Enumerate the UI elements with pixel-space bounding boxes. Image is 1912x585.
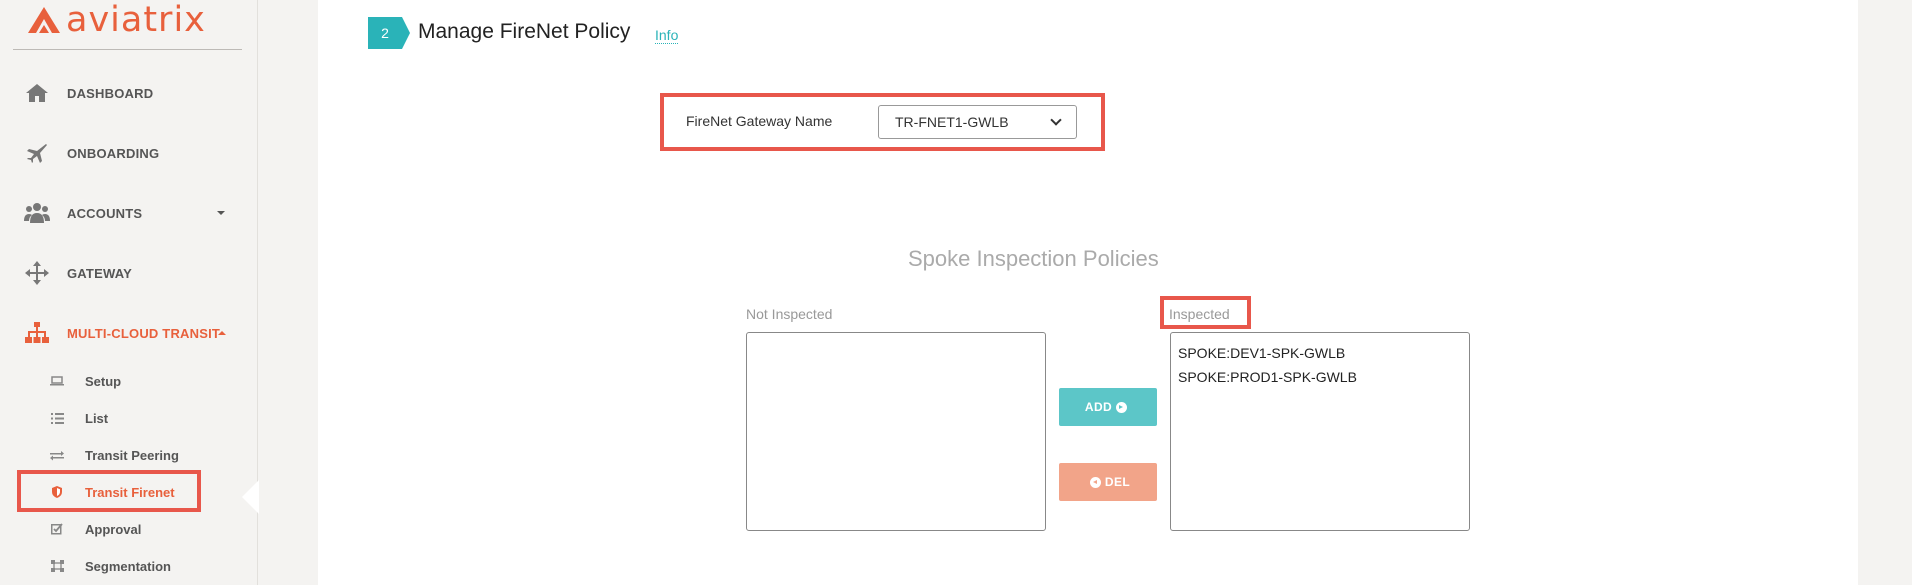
- sidebar-subitem-approval[interactable]: Approval: [0, 514, 258, 544]
- home-icon: [24, 81, 50, 105]
- sidebar-subitem-label: Transit Peering: [85, 447, 179, 463]
- step-number: 2: [381, 25, 389, 41]
- arrow-circle-right-icon: [1116, 401, 1128, 413]
- aviatrix-logo[interactable]: aviatrix: [26, 2, 206, 38]
- gateway-name-value: TR-FNET1-GWLB: [895, 114, 1009, 130]
- users-icon: [24, 201, 50, 225]
- not-inspected-list[interactable]: [746, 332, 1046, 531]
- logo-divider: [13, 49, 242, 50]
- step-badge: 2: [368, 17, 410, 49]
- delete-button[interactable]: DEL: [1059, 463, 1157, 501]
- chevron-down-icon: [217, 211, 225, 215]
- sidebar-subitem-label: Approval: [85, 521, 142, 537]
- segment-icon: [50, 559, 64, 573]
- list-item[interactable]: SPOKE:DEV1-SPK-GWLB: [1171, 341, 1469, 365]
- sidebar-item-dashboard[interactable]: DASHBOARD: [0, 73, 258, 113]
- spoke-inspection-title: Spoke Inspection Policies: [908, 246, 1159, 271]
- sidebar-item-accounts[interactable]: ACCOUNTS: [0, 193, 258, 233]
- section-title: Manage FireNet Policy: [418, 20, 631, 43]
- delete-button-label: DEL: [1104, 475, 1131, 489]
- transit-firenet-highlight: [17, 470, 201, 512]
- sidebar-item-label: MULTI-CLOUD TRANSIT: [67, 325, 221, 341]
- inspected-list[interactable]: SPOKE:DEV1-SPK-GWLB SPOKE:PROD1-SPK-GWLB: [1170, 332, 1470, 531]
- list-item[interactable]: SPOKE:PROD1-SPK-GWLB: [1171, 365, 1469, 389]
- right-gutter: [1858, 0, 1912, 585]
- exchange-icon: [50, 448, 64, 462]
- inspected-label: Inspected: [1169, 306, 1230, 322]
- sidebar-item-multi-cloud-transit[interactable]: MULTI-CLOUD TRANSIT: [0, 313, 258, 353]
- sidebar-subitem-setup[interactable]: Setup: [0, 366, 258, 396]
- chevron-down-icon: [1050, 114, 1062, 126]
- list-icon: [50, 411, 64, 425]
- add-button[interactable]: ADD: [1059, 388, 1157, 426]
- brand-name: aviatrix: [66, 0, 206, 40]
- sidebar-subitem-transit-peering[interactable]: Transit Peering: [0, 440, 258, 470]
- main-panel: 2 Manage FireNet Policy Info FireNet Gat…: [318, 0, 1858, 585]
- sidebar-item-gateway[interactable]: GATEWAY: [0, 253, 258, 293]
- not-inspected-label: Not Inspected: [746, 306, 833, 322]
- plane-icon: [24, 141, 50, 165]
- info-link[interactable]: Info: [655, 27, 679, 44]
- checkbox-icon: [50, 522, 64, 536]
- sidebar-subitem-label: Setup: [85, 373, 122, 389]
- sidebar-subitem-list[interactable]: List: [0, 403, 258, 433]
- sitemap-icon: [24, 321, 50, 345]
- gateway-name-select[interactable]: TR-FNET1-GWLB: [878, 105, 1077, 139]
- aviatrix-logo-icon: [28, 7, 60, 33]
- sidebar-item-label: ONBOARDING: [67, 145, 160, 161]
- sidebar-item-label: DASHBOARD: [67, 85, 154, 101]
- sidebar-subitem-label: List: [85, 410, 109, 426]
- sidebar-subitem-segmentation[interactable]: Segmentation: [0, 551, 258, 581]
- arrows-icon: [24, 261, 50, 285]
- sidebar-item-label: ACCOUNTS: [67, 205, 143, 221]
- sidebar-subitem-label: Segmentation: [85, 558, 171, 574]
- sidebar-item-label: GATEWAY: [67, 265, 132, 281]
- sidebar: aviatrix DASHBOARD ONBOARDING ACCOUNTS G…: [0, 0, 258, 585]
- arrow-circle-left-icon: [1089, 476, 1101, 488]
- laptop-icon: [50, 374, 64, 388]
- gateway-name-label: FireNet Gateway Name: [686, 113, 833, 129]
- sidebar-item-onboarding[interactable]: ONBOARDING: [0, 133, 258, 173]
- chevron-up-icon: [218, 331, 226, 335]
- add-button-label: ADD: [1084, 400, 1113, 414]
- active-item-pointer: [242, 480, 259, 514]
